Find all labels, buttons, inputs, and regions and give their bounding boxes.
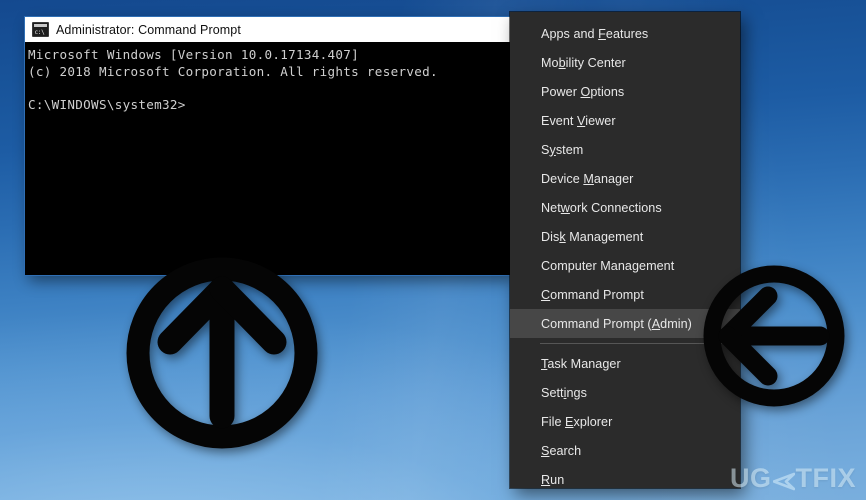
winx-menu-item[interactable]: Settings <box>510 378 740 407</box>
winx-menu-item-label: Settings <box>541 385 587 400</box>
winx-menu-item[interactable]: Command Prompt <box>510 280 740 309</box>
winx-menu-item-label: Apps and Features <box>541 26 649 41</box>
console-line: (c) 2018 Microsoft Corporation. All righ… <box>28 63 438 79</box>
winx-menu-item-label: Task Manager <box>541 356 621 371</box>
winx-menu-item[interactable]: Power Options <box>510 77 740 106</box>
command-prompt-window[interactable]: Administrator: Command Prompt Microsoft … <box>25 17 510 275</box>
winx-menu-item-label: System <box>541 142 584 157</box>
winx-menu-item-label: Command Prompt (Admin) <box>541 316 692 331</box>
winx-menu-item-label: Network Connections <box>541 200 662 215</box>
winx-menu-separator <box>540 343 723 344</box>
console-icon <box>32 22 49 37</box>
winx-menu-item[interactable]: Device Manager <box>510 164 740 193</box>
console-line: Microsoft Windows [Version 10.0.17134.40… <box>28 47 360 62</box>
winx-menu-item-label: Power Options <box>541 84 625 99</box>
console-window-title: Administrator: Command Prompt <box>56 22 241 37</box>
console-title-bar[interactable]: Administrator: Command Prompt <box>25 17 510 43</box>
winx-menu-item[interactable]: Apps and Features <box>510 19 740 48</box>
watermark-text-part1: UG <box>730 463 772 493</box>
winx-menu-item[interactable]: Disk Management <box>510 222 740 251</box>
winx-menu-item-label: Command Prompt <box>541 287 644 302</box>
watermark-e-glyph-icon <box>772 470 795 490</box>
winx-menu-item-label: Event Viewer <box>541 113 616 128</box>
winx-menu-item[interactable]: Search <box>510 436 740 465</box>
winx-menu-item[interactable]: Command Prompt (Admin) <box>510 309 740 338</box>
winx-menu-item[interactable]: Network Connections <box>510 193 740 222</box>
winx-menu-item-label: Search <box>541 443 582 458</box>
winx-menu-item-label: Computer Management <box>541 258 675 273</box>
winx-menu-item[interactable]: File Explorer <box>510 407 740 436</box>
winx-menu-item-label: File Explorer <box>541 414 613 429</box>
winx-menu-item[interactable]: Mobility Center <box>510 48 740 77</box>
winx-menu-item-label: Mobility Center <box>541 55 626 70</box>
watermark-text-part2: TFIX <box>795 463 856 493</box>
winx-menu-item[interactable]: Computer Management <box>510 251 740 280</box>
screenshot-stage: Administrator: Command Prompt Microsoft … <box>0 0 866 500</box>
winx-menu-item[interactable]: Task Manager <box>510 349 740 378</box>
winx-menu-item[interactable]: Run <box>510 465 740 494</box>
winx-menu-item-label: Run <box>541 472 565 487</box>
console-prompt-line: C:\WINDOWS\system32> <box>28 96 186 112</box>
console-output-area[interactable]: Microsoft Windows [Version 10.0.17134.40… <box>25 42 510 275</box>
winx-menu-item[interactable]: System <box>510 135 740 164</box>
winx-context-menu[interactable]: Apps and Features Mobility Center Power Op… <box>510 12 740 488</box>
winx-menu-item-label: Device Manager <box>541 171 634 186</box>
winx-menu-item[interactable]: Event Viewer <box>510 106 740 135</box>
winx-menu-item-label: Disk Management <box>541 229 644 244</box>
ugetfix-watermark: UG TFIX <box>730 463 856 494</box>
